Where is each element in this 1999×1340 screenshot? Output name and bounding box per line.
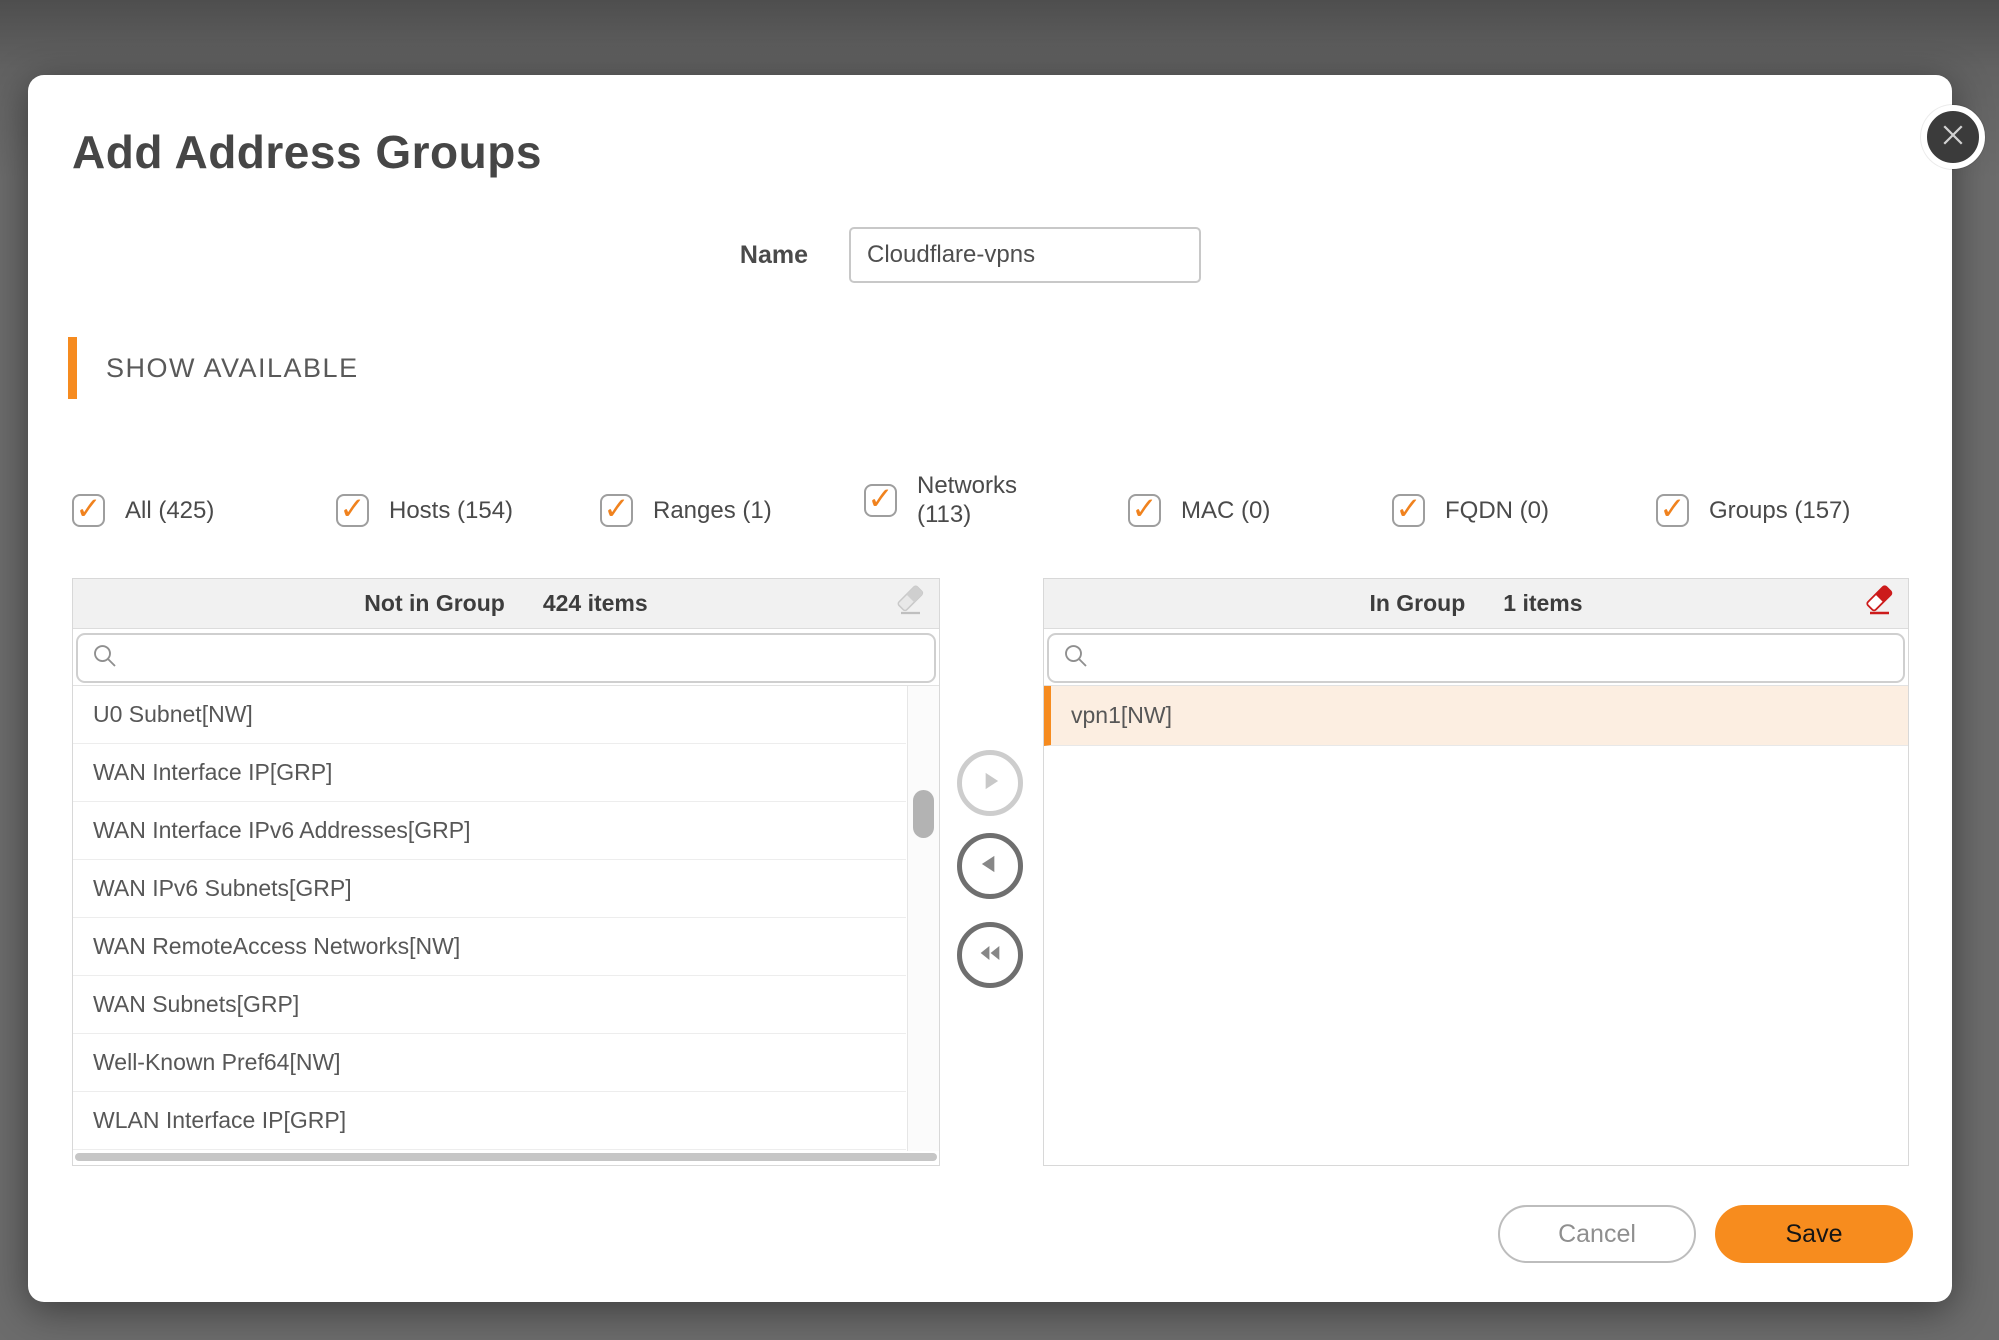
- filter-fqdn: FQDN (0): [1392, 494, 1656, 527]
- double-arrow-left-icon: [976, 939, 1004, 972]
- filter-all: All (425): [72, 494, 336, 527]
- search-input[interactable]: [120, 635, 934, 681]
- close-icon: [1938, 120, 1968, 155]
- checkbox-groups[interactable]: [1656, 494, 1689, 527]
- horizontal-scrollbar[interactable]: [75, 1153, 937, 1161]
- in-group-searchbar: [1047, 633, 1905, 683]
- checkbox-fqdn[interactable]: [1392, 494, 1425, 527]
- filter-label: Hosts (154): [389, 496, 513, 525]
- remove-from-group-button[interactable]: [957, 833, 1023, 899]
- save-button[interactable]: Save: [1715, 1205, 1913, 1263]
- type-filter-row: All (425) Hosts (154) Ranges (1) Network…: [72, 457, 1942, 563]
- filter-groups: Groups (157): [1656, 494, 1920, 527]
- not-in-group-header: Not in Group 424 items: [73, 579, 939, 629]
- filter-label: FQDN (0): [1445, 496, 1549, 525]
- search-icon: [90, 641, 120, 676]
- remove-all-from-group-button[interactable]: [957, 922, 1023, 988]
- search-input[interactable]: [1091, 635, 1903, 681]
- checkbox-ranges[interactable]: [600, 494, 633, 527]
- add-address-groups-dialog: Add Address Groups Name SHOW AVAILABLE A…: [28, 75, 1952, 1302]
- filter-label: MAC (0): [1181, 496, 1270, 525]
- filter-networks: Networks (113): [864, 471, 1128, 529]
- list-item[interactable]: WAN Subnets[GRP]: [73, 976, 906, 1034]
- clear-group-button[interactable]: [1860, 585, 1898, 623]
- filter-mac: MAC (0): [1128, 494, 1392, 527]
- panel-count: 1 items: [1503, 590, 1582, 617]
- checkbox-all[interactable]: [72, 494, 105, 527]
- list-item-selected[interactable]: vpn1[NW]: [1044, 686, 1908, 746]
- panel-title: In Group: [1369, 590, 1465, 617]
- clear-selection-button[interactable]: [891, 585, 929, 623]
- not-in-group-panel: Not in Group 424 items: [72, 578, 940, 1166]
- list-item[interactable]: Well-Known Pref64[NW]: [73, 1034, 906, 1092]
- arrow-right-icon: [977, 768, 1003, 799]
- filter-label: Groups (157): [1709, 496, 1850, 525]
- in-group-list: vpn1[NW]: [1044, 685, 1908, 1163]
- filter-label: Networks (113): [917, 471, 1025, 529]
- checkbox-hosts[interactable]: [336, 494, 369, 527]
- not-in-group-list: U0 Subnet[NW] WAN Interface IP[GRP] WAN …: [73, 685, 939, 1163]
- eraser-icon: [892, 583, 928, 625]
- list-item[interactable]: WAN Interface IP[GRP]: [73, 744, 906, 802]
- vertical-scrollbar[interactable]: [907, 686, 939, 1151]
- list-item[interactable]: WLAN Interface IP[GRP]: [73, 1092, 906, 1150]
- checkbox-mac[interactable]: [1128, 494, 1161, 527]
- arrow-left-icon: [977, 851, 1003, 882]
- move-to-group-button[interactable]: [957, 750, 1023, 816]
- cancel-button[interactable]: Cancel: [1498, 1205, 1696, 1263]
- show-available-heading: SHOW AVAILABLE: [106, 353, 359, 384]
- list-item[interactable]: WAN IPv6 Subnets[GRP]: [73, 860, 906, 918]
- list-item[interactable]: WAN Interface IPv6 Addresses[GRP]: [73, 802, 906, 860]
- panel-title: Not in Group: [364, 590, 505, 617]
- filter-hosts: Hosts (154): [336, 494, 600, 527]
- close-button[interactable]: [1921, 105, 1985, 169]
- panel-count: 424 items: [543, 590, 648, 617]
- not-in-group-searchbar: [76, 633, 936, 683]
- scrollbar-thumb[interactable]: [913, 790, 934, 838]
- eraser-icon: [1861, 583, 1897, 625]
- filter-ranges: Ranges (1): [600, 494, 864, 527]
- filter-label: All (425): [125, 496, 214, 525]
- dialog-title: Add Address Groups: [72, 125, 542, 179]
- list-item[interactable]: U0 Subnet[NW]: [73, 686, 906, 744]
- in-group-panel: In Group 1 items: [1043, 578, 1909, 1166]
- in-group-header: In Group 1 items: [1044, 579, 1908, 629]
- filter-label: Ranges (1): [653, 496, 772, 525]
- checkbox-networks[interactable]: [864, 484, 897, 517]
- search-icon: [1061, 641, 1091, 676]
- list-item[interactable]: WAN RemoteAccess Networks[NW]: [73, 918, 906, 976]
- name-input[interactable]: [849, 227, 1201, 283]
- section-accent-bar: [68, 337, 77, 399]
- name-label: Name: [628, 241, 808, 270]
